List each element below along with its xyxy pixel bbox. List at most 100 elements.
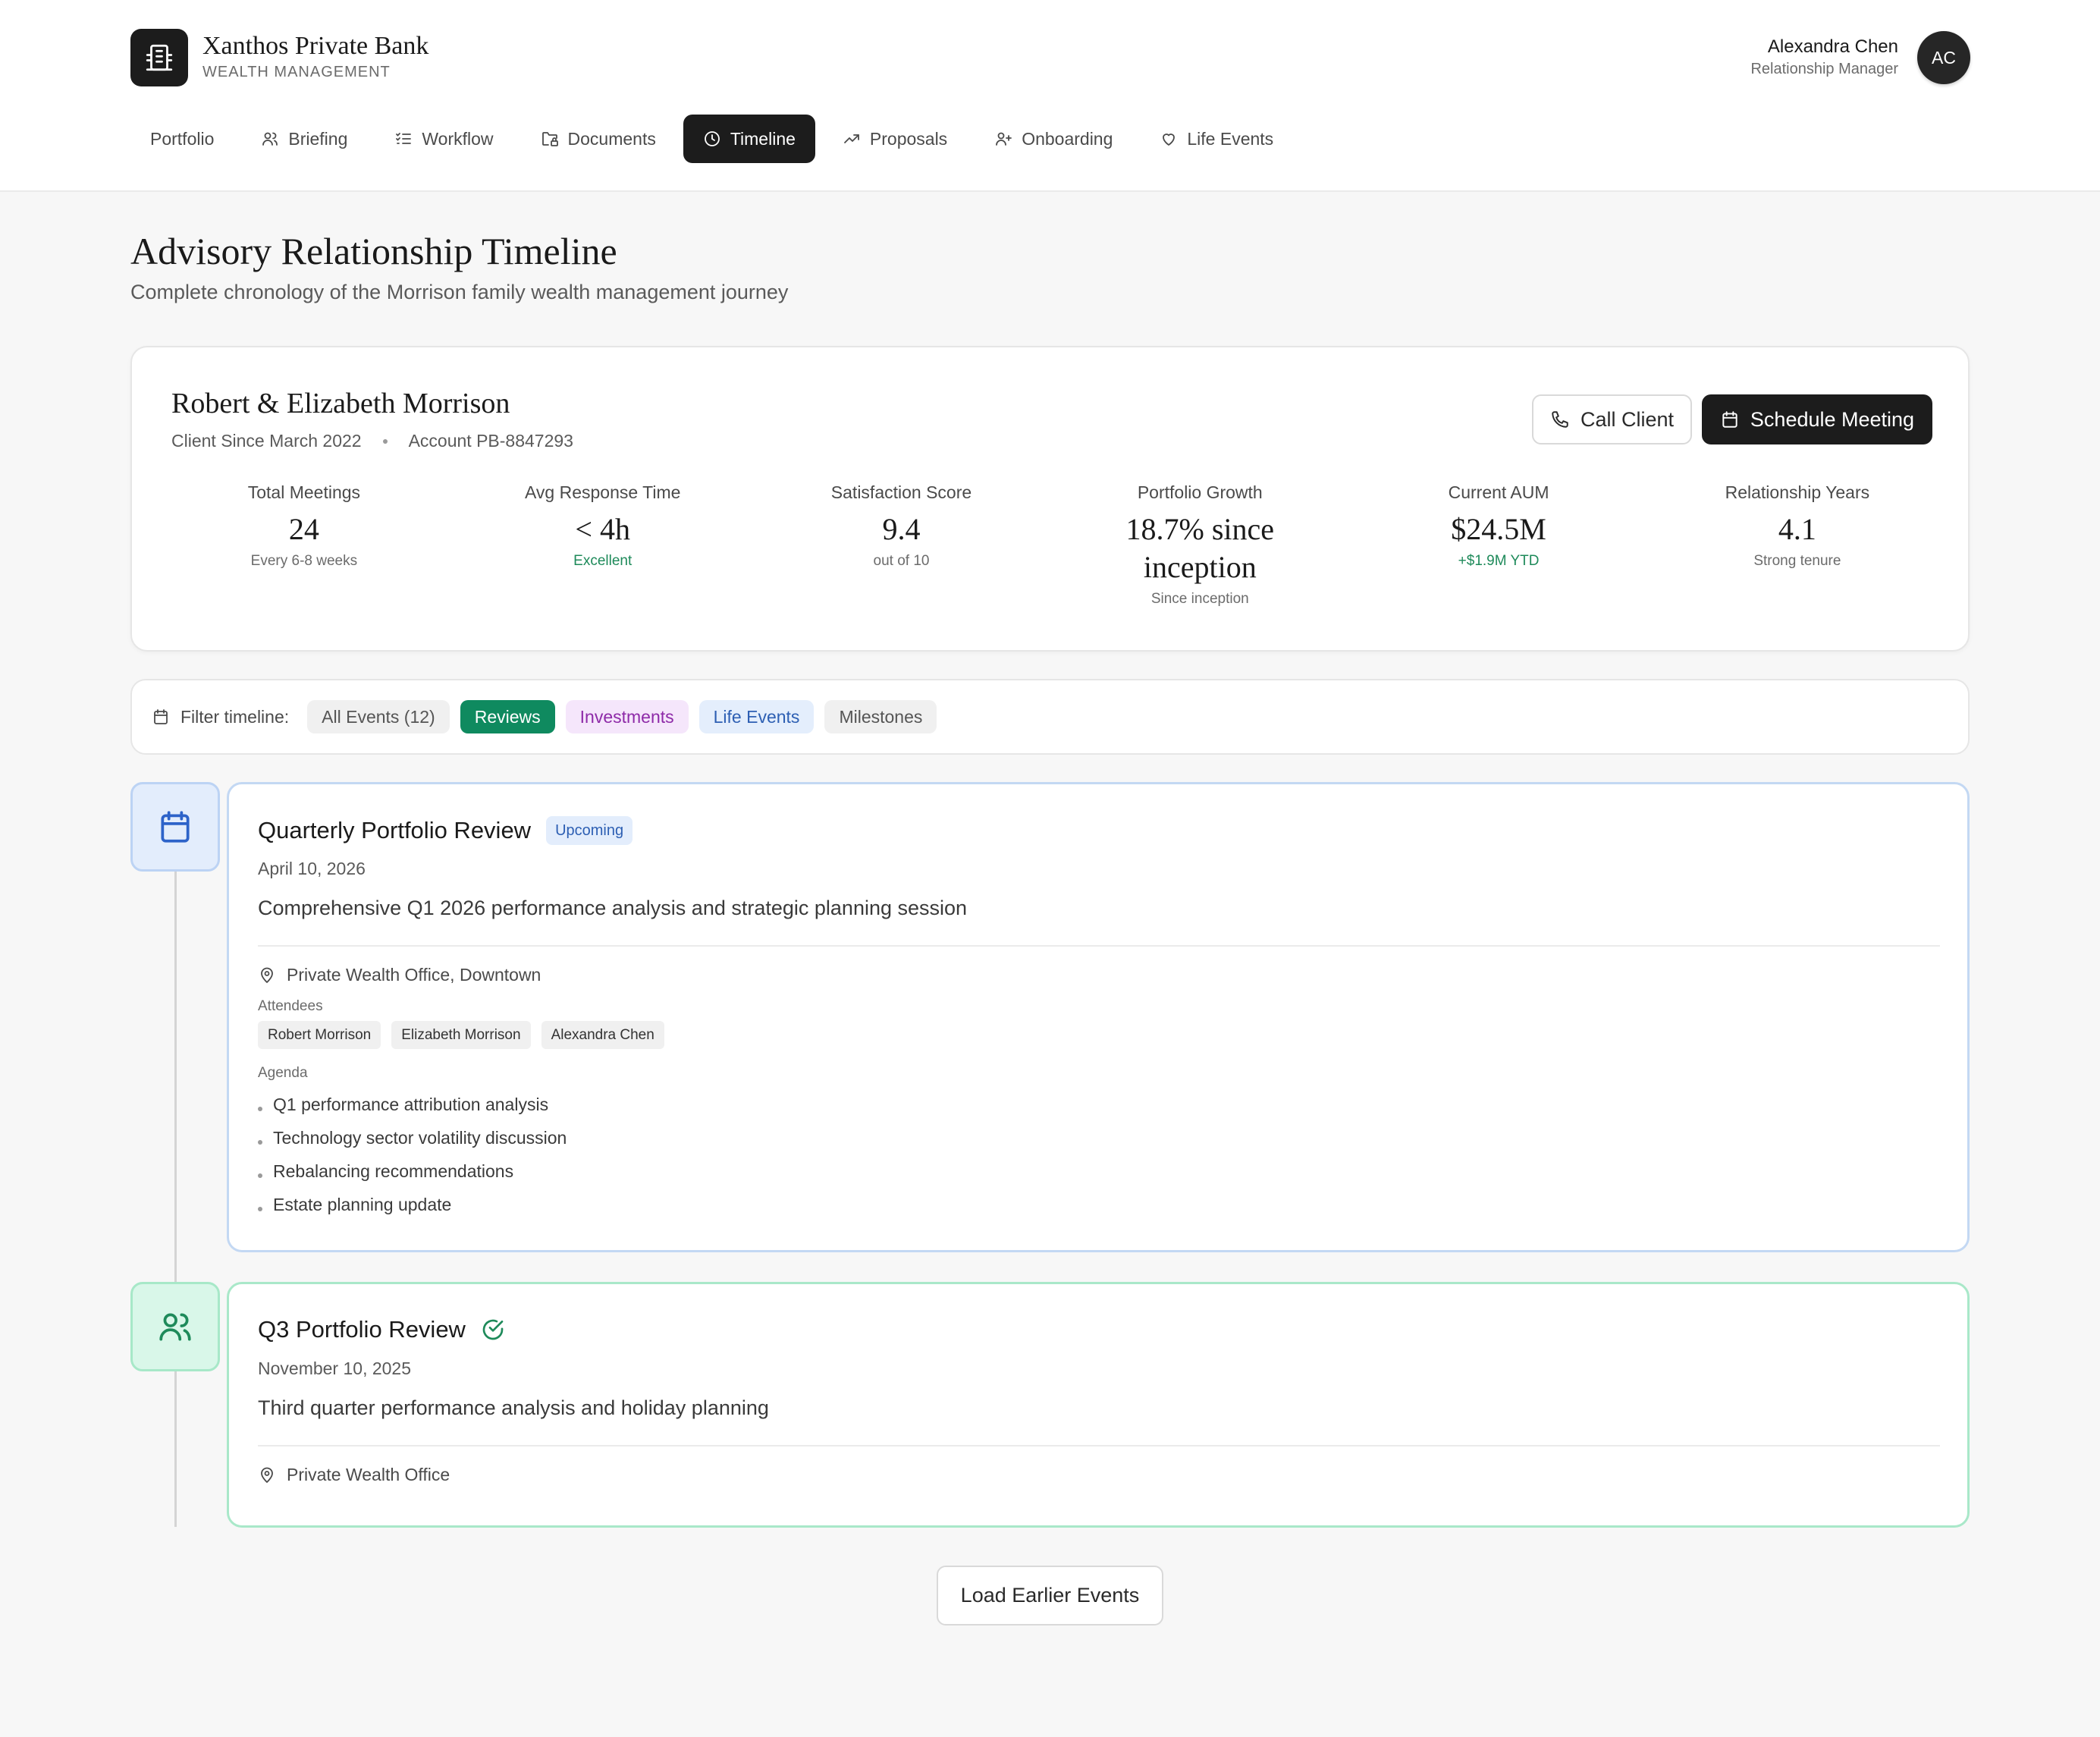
agenda-item: Technology sector volatility discussion xyxy=(258,1121,567,1154)
user-plus-icon xyxy=(996,132,1012,146)
stat-label: Satisfaction Score xyxy=(830,482,972,502)
page-subtitle: Complete chronology of the Morrison fami… xyxy=(130,281,789,303)
stat-satisfaction: Satisfaction Score 9.4 out of 10 xyxy=(752,482,1051,608)
schedule-meeting-button[interactable]: Schedule Meeting xyxy=(1702,394,1932,444)
stat-value: 24 xyxy=(288,512,319,546)
event-card[interactable]: Quarterly Portfolio Review Upcoming Apri… xyxy=(227,782,1970,1252)
attendee-list: Robert Morrison Elizabeth Morrison Alexa… xyxy=(258,1021,664,1049)
filter-chip-life-events[interactable]: Life Events xyxy=(698,700,815,733)
client-stats: Total Meetings 24 Every 6-8 weeks Avg Re… xyxy=(155,482,1947,608)
stat-current-aum: Current AUM $24.5M +$1.9M YTD xyxy=(1349,482,1648,608)
clock-icon xyxy=(704,131,720,146)
stat-relationship-years: Relationship Years 4.1 Strong tenure xyxy=(1648,482,1947,608)
stat-note: Since inception xyxy=(1150,591,1249,607)
nav-label: Proposals xyxy=(869,128,948,149)
stat-label: Relationship Years xyxy=(1725,482,1870,502)
stat-value: 18.7% since inception xyxy=(1125,512,1275,584)
stat-value: 9.4 xyxy=(882,512,921,546)
agenda-item: Estate planning update xyxy=(258,1188,567,1221)
filter-chip-milestones[interactable]: Milestones xyxy=(824,700,937,733)
nav-item-timeline[interactable]: Timeline xyxy=(683,115,815,163)
timeline-connector xyxy=(174,871,177,1527)
stat-label: Total Meetings xyxy=(247,482,361,502)
avatar[interactable]: AC xyxy=(1917,31,1970,84)
stat-note: out of 10 xyxy=(873,553,930,569)
event-location: Private Wealth Office xyxy=(258,1465,450,1485)
app-header: Xanthos Private Bank WEALTH MANAGEMENT A… xyxy=(0,0,2100,192)
nav-item-proposals[interactable]: Proposals xyxy=(823,115,967,163)
filter-chip-reviews[interactable]: Reviews xyxy=(460,700,555,733)
map-pin-icon xyxy=(261,967,273,983)
nav-item-life-events[interactable]: Life Events xyxy=(1140,115,1293,163)
nav-label: Workflow xyxy=(422,128,494,149)
client-since: Client Since March 2022 xyxy=(171,431,362,451)
nav-item-workflow[interactable]: Workflow xyxy=(375,115,513,163)
event-title-row: Q3 Portfolio Review xyxy=(258,1316,505,1343)
event-title-row: Quarterly Portfolio Review Upcoming xyxy=(258,816,633,845)
event-location-text: Private Wealth Office, Downtown xyxy=(287,965,541,985)
bullet xyxy=(258,1107,262,1111)
call-client-button[interactable]: Call Client xyxy=(1532,394,1692,444)
nav-label: Documents xyxy=(567,128,656,149)
stat-note: Every 6-8 weeks xyxy=(250,553,358,569)
timeline-marker-upcoming xyxy=(130,782,220,872)
event-title: Quarterly Portfolio Review xyxy=(258,817,532,843)
attendee-chip: Alexandra Chen xyxy=(541,1021,664,1049)
calendar-icon xyxy=(154,709,168,724)
check-circle-icon xyxy=(482,1319,504,1340)
filter-chip-all[interactable]: All Events (12) xyxy=(307,700,450,733)
attendee-chip: Elizabeth Morrison xyxy=(391,1021,531,1049)
stat-total-meetings: Total Meetings 24 Every 6-8 weeks xyxy=(155,482,454,608)
nav-item-documents[interactable]: Documents xyxy=(521,115,676,163)
users-icon xyxy=(159,1313,191,1341)
divider xyxy=(258,1445,1940,1446)
stat-avg-response: Avg Response Time < 4h Excellent xyxy=(454,482,752,608)
agenda-item-text: Rebalancing recommendations xyxy=(273,1161,514,1181)
stat-value: < 4h xyxy=(575,512,630,546)
folder-lock-icon xyxy=(541,132,558,146)
filter-chip-investments[interactable]: Investments xyxy=(565,700,689,733)
calendar-icon xyxy=(161,811,190,843)
bank-logo[interactable] xyxy=(130,29,188,86)
user-name: Alexandra Chen xyxy=(1767,36,1898,57)
stat-label: Portfolio Growth xyxy=(1137,482,1263,502)
agenda-item: Q1 performance attribution analysis xyxy=(258,1088,567,1121)
nav-label: Onboarding xyxy=(1022,128,1113,149)
stat-label: Current AUM xyxy=(1448,482,1549,502)
stat-value: 4.1 xyxy=(1778,512,1816,546)
bullet xyxy=(258,1140,262,1145)
event-date: November 10, 2025 xyxy=(258,1359,412,1378)
attendee-chip: Robert Morrison xyxy=(258,1021,381,1049)
nav-item-portfolio[interactable]: Portfolio xyxy=(130,115,234,163)
event-description: Third quarter performance analysis and h… xyxy=(258,1396,769,1419)
client-summary-card: Robert & Elizabeth Morrison Client Since… xyxy=(130,346,1970,652)
agenda-item-text: Q1 performance attribution analysis xyxy=(273,1094,549,1114)
filter-label: Filter timeline: xyxy=(152,707,289,727)
event-location: Private Wealth Office, Downtown xyxy=(258,965,541,985)
stat-note: +$1.9M YTD xyxy=(1458,553,1540,569)
users-icon xyxy=(262,132,278,146)
nav-label: Briefing xyxy=(288,128,348,149)
calendar-icon xyxy=(1722,411,1737,428)
load-earlier-events-button[interactable]: Load Earlier Events xyxy=(937,1566,1163,1625)
nav-item-onboarding[interactable]: Onboarding xyxy=(975,115,1132,163)
trending-up-icon xyxy=(844,134,859,143)
status-badge: Upcoming xyxy=(546,816,633,845)
call-client-label: Call Client xyxy=(1580,407,1675,431)
nav-item-briefing[interactable]: Briefing xyxy=(241,115,367,163)
agenda-item: Rebalancing recommendations xyxy=(258,1154,567,1188)
client-meta: Client Since March 2022 Account PB-88472… xyxy=(171,431,573,451)
divider xyxy=(258,945,1940,947)
schedule-meeting-label: Schedule Meeting xyxy=(1750,407,1915,431)
separator-dot xyxy=(382,438,388,444)
event-card[interactable]: Q3 Portfolio Review November 10, 2025 Th… xyxy=(227,1282,1970,1528)
filter-label-text: Filter timeline: xyxy=(180,706,290,727)
attendees-label: Attendees xyxy=(258,998,323,1014)
phone-icon xyxy=(1552,411,1568,428)
brand-name: Xanthos Private Bank xyxy=(202,32,429,60)
stat-portfolio-growth: Portfolio Growth 18.7% since inception S… xyxy=(1050,482,1349,608)
bullet xyxy=(258,1173,262,1178)
building-icon xyxy=(146,44,173,71)
timeline-marker-completed xyxy=(130,1282,220,1371)
event-location-text: Private Wealth Office xyxy=(287,1465,450,1484)
